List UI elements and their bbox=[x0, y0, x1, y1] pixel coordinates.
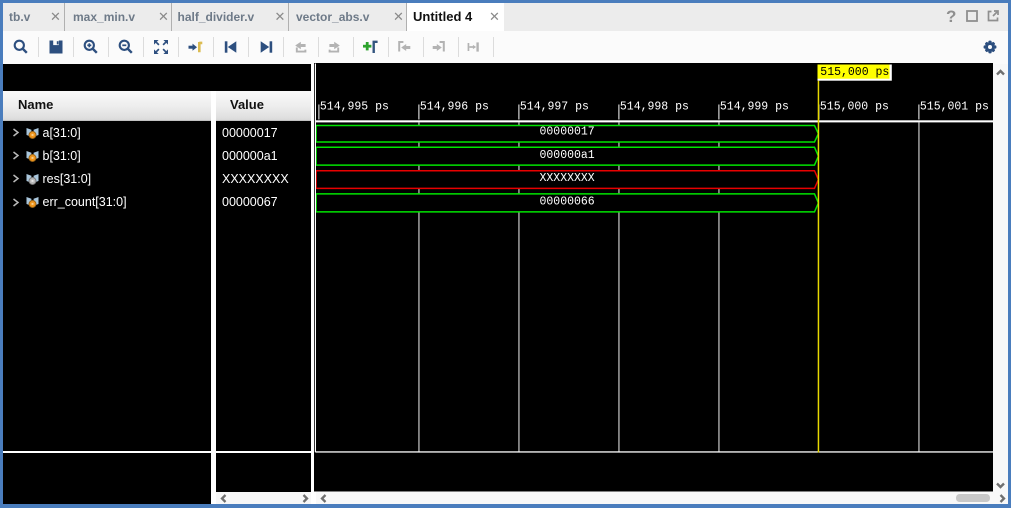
svg-text:000000a1: 000000a1 bbox=[539, 149, 594, 162]
svg-text:515,000 ps: 515,000 ps bbox=[820, 66, 889, 79]
svg-text:515,001 ps: 515,001 ps bbox=[920, 101, 989, 114]
svg-text:514,998 ps: 514,998 ps bbox=[620, 101, 689, 114]
svg-text:00000017: 00000017 bbox=[539, 126, 594, 139]
svg-text:XXXXXXXX: XXXXXXXX bbox=[539, 172, 594, 185]
svg-text:514,995 ps: 514,995 ps bbox=[320, 101, 389, 114]
svg-text:515,000 ps: 515,000 ps bbox=[820, 101, 889, 114]
svg-text:00000066: 00000066 bbox=[539, 196, 594, 209]
svg-text:514,997 ps: 514,997 ps bbox=[520, 101, 589, 114]
svg-text:514,999 ps: 514,999 ps bbox=[720, 101, 789, 114]
svg-text:514,996 ps: 514,996 ps bbox=[420, 101, 489, 114]
